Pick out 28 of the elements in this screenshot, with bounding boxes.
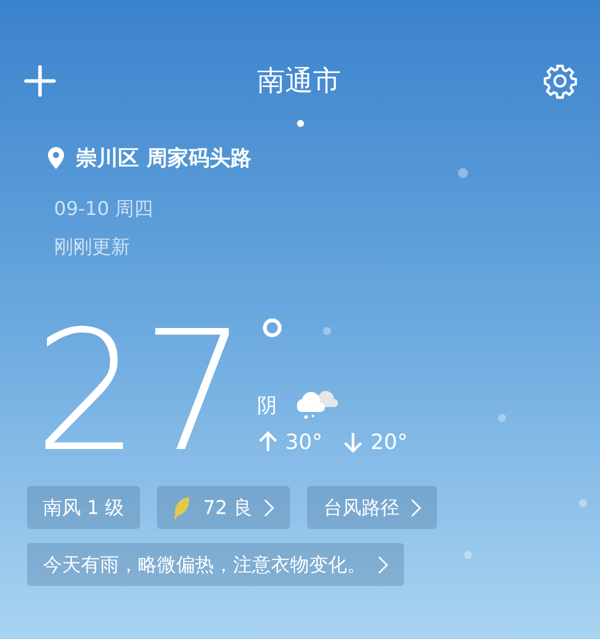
air-quality-button[interactable]: 72 良 (157, 486, 290, 529)
chevron-right-icon (378, 556, 388, 574)
high-temperature: 30° (285, 430, 322, 454)
typhoon-path-button[interactable]: 台风路径 (307, 486, 438, 529)
page-indicator (296, 120, 304, 127)
temperature-value: 27 (34, 318, 250, 468)
city-title: 南通市 (257, 63, 341, 99)
leaf-icon (173, 496, 192, 520)
arrow-up-icon (257, 431, 280, 453)
snow-dot (458, 168, 468, 178)
arrow-down-icon (342, 431, 364, 453)
condition-text: 阴 (257, 392, 278, 418)
low-temperature: 20° (370, 430, 408, 454)
location-text: 崇川区 周家码头路 (76, 145, 252, 172)
chevron-right-icon (411, 498, 422, 516)
weather-tip-button[interactable]: 今天有雨，略微偏热，注意衣物变化。 (27, 543, 404, 586)
snow-dot (579, 499, 587, 507)
snow-dot (498, 414, 506, 422)
date-text: 09-10 周四 (54, 197, 154, 222)
chevron-right-icon (264, 498, 274, 516)
settings-icon[interactable] (542, 63, 578, 99)
degree-sign: ° (257, 318, 288, 368)
add-icon[interactable] (24, 65, 56, 97)
update-status: 刚刚更新 (54, 235, 131, 260)
snow-dot (323, 327, 331, 335)
snow-dot (464, 551, 472, 559)
wind-level-tag: 南风 1 级 (27, 486, 140, 529)
location-pin-icon (48, 147, 64, 169)
